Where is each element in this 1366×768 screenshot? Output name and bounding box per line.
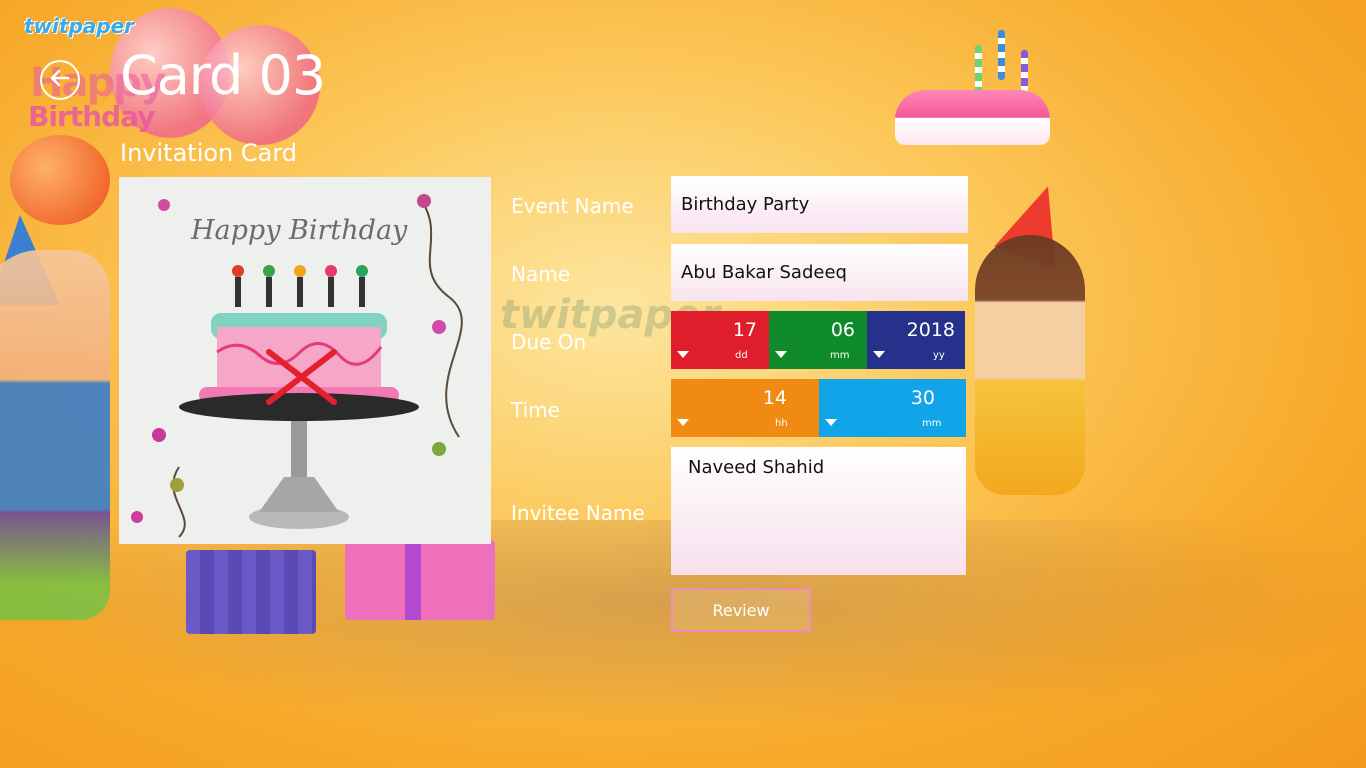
minute-value: 30: [910, 387, 935, 409]
chevron-down-icon: [825, 419, 837, 426]
day-unit: dd: [735, 350, 748, 361]
hour-picker[interactable]: 14 hh: [671, 379, 819, 437]
card-preview-image: Happy Birthday: [119, 177, 491, 544]
year-picker[interactable]: 2018 yy: [867, 311, 965, 369]
back-button[interactable]: [40, 60, 80, 100]
day-value: 17: [732, 319, 757, 341]
chevron-down-icon: [873, 351, 885, 358]
hour-value: 14: [762, 387, 787, 409]
boy-illustration: [0, 250, 110, 620]
chevron-down-icon: [677, 351, 689, 358]
minute-picker[interactable]: 30 mm: [819, 379, 966, 437]
back-arrow-icon: [48, 66, 72, 94]
invitee-name-label: Invitee Name: [511, 501, 645, 525]
chevron-down-icon: [677, 419, 689, 426]
candle-decoration: [975, 45, 982, 95]
minute-unit: mm: [922, 418, 942, 429]
card-preview-caption: Happy Birthday: [190, 215, 408, 246]
brand-logo: twitpaper: [24, 14, 135, 38]
event-name-field[interactable]: [671, 176, 968, 233]
gift-box-decoration: [345, 540, 495, 620]
review-button[interactable]: Review: [671, 588, 811, 632]
gift-box-decoration: [186, 550, 316, 634]
year-unit: yy: [933, 350, 945, 361]
name-label: Name: [511, 262, 571, 286]
girl-illustration: [975, 235, 1085, 495]
day-picker[interactable]: 17 dd: [671, 311, 769, 369]
invitee-name-field[interactable]: Naveed Shahid: [671, 447, 966, 575]
balloon-decoration: [10, 135, 110, 225]
page-subtitle: Invitation Card: [120, 139, 298, 167]
page-title: Card 03: [120, 44, 326, 107]
year-value: 2018: [906, 319, 955, 341]
hour-unit: hh: [775, 418, 788, 429]
month-picker[interactable]: 06 mm: [769, 311, 867, 369]
due-on-label: Due On: [511, 330, 587, 354]
name-field[interactable]: [671, 244, 968, 301]
chevron-down-icon: [775, 351, 787, 358]
month-unit: mm: [830, 350, 850, 361]
time-label: Time: [511, 398, 560, 422]
cake-decoration: [895, 90, 1050, 145]
event-name-label: Event Name: [511, 194, 634, 218]
month-value: 06: [830, 319, 855, 341]
candle-decoration: [998, 30, 1005, 80]
